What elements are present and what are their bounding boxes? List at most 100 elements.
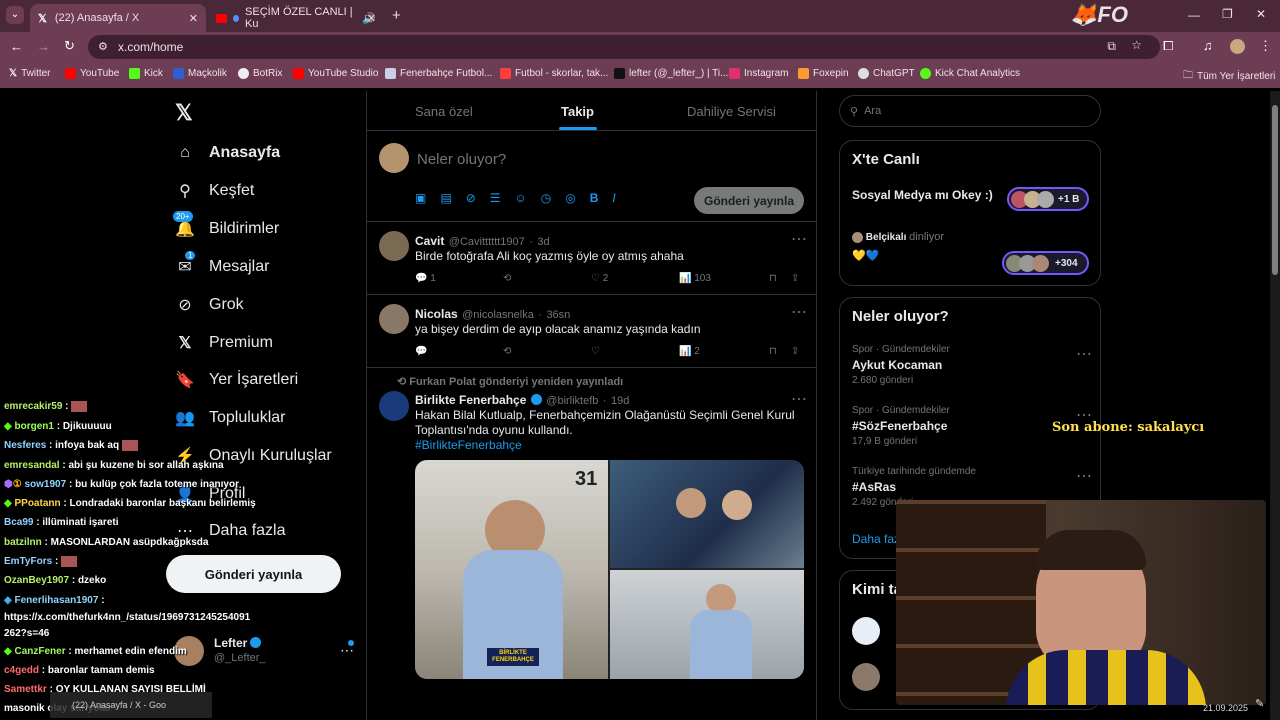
like-button[interactable]: ♡ <box>591 346 679 357</box>
more-icon[interactable]: ⋯ <box>791 302 807 322</box>
trend-item[interactable]: Spor · Gündemdekiler Aykut Kocaman 2.680… <box>852 344 1092 386</box>
x-home-logo[interactable]: 𝕏 <box>175 100 193 126</box>
author-handle[interactable]: @Cavitttttt1907 <box>449 236 525 248</box>
bookmark-twitter[interactable]: 𝕏 Twitter <box>9 68 51 79</box>
more-icon[interactable]: ⋯ <box>791 229 807 249</box>
live-space-listeners[interactable]: +1 B <box>1007 187 1089 211</box>
media-icon[interactable]: ♫ <box>1203 38 1213 53</box>
avatar[interactable] <box>852 617 880 645</box>
taskbar-button[interactable]: (22) Anasayfa / X - Goo <box>50 692 212 718</box>
sidebar-item-home[interactable]: ⌂ Anasayfa <box>175 143 280 163</box>
star-icon[interactable]: ☆ <box>1131 38 1142 52</box>
hashtag-link[interactable]: #BirlikteFenerbahçe <box>415 438 522 452</box>
bookmark-youtube[interactable]: YouTube <box>65 68 119 79</box>
scrollbar[interactable] <box>1270 91 1280 720</box>
new-tab-button[interactable]: + <box>392 7 401 24</box>
poll-icon[interactable]: ☰ <box>490 191 501 205</box>
bookmark-youtube-studio[interactable]: YouTube Studio <box>293 68 378 79</box>
sidebar-item-grok[interactable]: ⊘ Grok <box>175 295 243 315</box>
bookmark-botrix[interactable]: BotRix <box>238 68 282 79</box>
grok-icon[interactable]: ⊘ <box>466 191 476 205</box>
bookmark-icon[interactable]: ⊓ <box>769 346 791 357</box>
back-icon[interactable]: ← <box>10 39 23 54</box>
sidebar-item-premium[interactable]: 𝕏 Premium <box>175 333 273 353</box>
share-icon[interactable]: ⇪ <box>791 346 799 357</box>
emoji-icon[interactable]: ☺ <box>515 191 527 205</box>
tab-search-button[interactable]: ⌄ <box>6 6 24 24</box>
more-icon[interactable]: ⋯ <box>1076 344 1092 364</box>
bookmark-instagram[interactable]: Instagram <box>729 68 788 79</box>
tweet[interactable]: Nicolas @nicolasnelka · 36sn ⋯ ya bişey … <box>367 296 816 368</box>
tab-youtube-live[interactable]: SEÇİM ÖZEL CANLI | Ku 🔊 ✕ <box>208 4 384 32</box>
views-button[interactable]: 📊 2 <box>679 346 769 357</box>
compose-post-button[interactable]: Gönderi yayınla <box>694 187 804 214</box>
bookmark-chatgpt[interactable]: ChatGPT <box>858 68 915 79</box>
live-space-host[interactable]: Belçikalı dinliyor <box>852 231 944 243</box>
author-handle[interactable]: @birliktefb <box>546 395 598 407</box>
avatar[interactable] <box>852 663 880 691</box>
install-app-icon[interactable]: ⧉ <box>1107 39 1116 54</box>
live-space-title[interactable]: Sosyal Medya mı Okey :) <box>852 188 993 202</box>
site-info-icon[interactable]: ⚙ <box>98 40 108 53</box>
maximize-button[interactable]: ❐ <box>1222 7 1233 21</box>
bookmark-foxepin[interactable]: Foxepin <box>798 68 849 79</box>
author-name[interactable]: Nicolas <box>415 307 458 321</box>
browser-menu-icon[interactable]: ⋮ <box>1259 38 1272 54</box>
all-bookmarks-folder[interactable]: 🗀 Tüm Yer İşaretleri <box>1183 68 1275 85</box>
more-icon[interactable]: ⋯ <box>1076 466 1092 486</box>
bookmark-kick-chat-analytics[interactable]: Kick Chat Analytics <box>920 68 1020 79</box>
tweet-media[interactable]: 31 BİRLİKTE FENERBAHÇE <box>415 460 804 679</box>
close-icon[interactable]: ✕ <box>367 12 376 25</box>
tab-x-home[interactable]: 𝕏 (22) Anasayfa / X ✕ <box>30 4 206 32</box>
views-button[interactable]: 📊 103 <box>679 273 769 284</box>
bookmark-futbol-skorlar[interactable]: Futbol - skorlar, tak... <box>500 68 608 79</box>
tab-for-you[interactable]: Sana özel <box>415 104 473 119</box>
profile-avatar[interactable] <box>1230 39 1245 54</box>
like-button[interactable]: ♡ 2 <box>591 273 679 284</box>
tab-following[interactable]: Takip <box>561 104 594 119</box>
extensions-icon[interactable]: ⧠ <box>1163 38 1173 54</box>
photo-2[interactable] <box>610 460 804 568</box>
reply-button[interactable]: 💬 1 <box>415 273 503 284</box>
sidebar-item-bookmarks[interactable]: 🔖 Yer İşaretleri <box>175 370 298 390</box>
minimize-button[interactable]: — <box>1188 8 1200 22</box>
sidebar-item-communities[interactable]: 👥 Topluluklar <box>175 408 285 428</box>
post-button[interactable]: Gönderi yayınla <box>166 555 341 593</box>
close-window-button[interactable]: ✕ <box>1256 7 1266 21</box>
avatar[interactable] <box>379 231 409 261</box>
account-switcher[interactable]: Lefter @_Lefter_ ⋯ <box>174 634 354 670</box>
photo-1[interactable]: 31 BİRLİKTE FENERBAHÇE <box>415 460 608 679</box>
author-name[interactable]: Birlikte Fenerbahçe <box>415 393 526 407</box>
author-handle[interactable]: @nicolasnelka <box>462 309 534 321</box>
bookmark-kick[interactable]: Kick <box>129 68 163 79</box>
bookmark-mackolik[interactable]: Maçkolik <box>173 68 227 79</box>
bold-icon[interactable]: B <box>590 191 599 205</box>
address-bar[interactable]: ⚙ x.com/home ⧉ ☆ <box>88 35 1160 59</box>
tweet[interactable]: Cavit @Cavitttttt1907 · 3d ⋯ Birde fotoğ… <box>367 223 816 295</box>
bookmark-icon[interactable]: ⊓ <box>769 273 791 284</box>
sidebar-item-explore[interactable]: ⚲ Keşfet <box>175 181 254 201</box>
tweet-time[interactable]: 3d <box>537 236 549 248</box>
compose-input[interactable]: Neler oluyor? <box>417 151 506 168</box>
forward-icon[interactable]: → <box>37 39 50 54</box>
location-icon[interactable]: ◎ <box>565 191 575 205</box>
avatar[interactable] <box>379 304 409 334</box>
tweet-time[interactable]: 36sn <box>546 309 570 321</box>
notification-icon[interactable]: ✎ <box>1255 697 1264 710</box>
author-name[interactable]: Cavit <box>415 234 444 248</box>
tab-dahiliye[interactable]: Dahiliye Servisi <box>687 104 776 119</box>
reload-icon[interactable]: ↻ <box>64 38 75 54</box>
search-input[interactable]: ⚲ Ara <box>839 95 1101 127</box>
italic-icon[interactable]: I <box>612 191 615 205</box>
tweet[interactable]: ⟲ Furkan Polat gönderiyi yeniden yayınla… <box>367 369 816 720</box>
schedule-icon[interactable]: ◷ <box>541 191 551 205</box>
live-space-listeners[interactable]: +304 <box>1002 251 1089 275</box>
avatar[interactable] <box>379 391 409 421</box>
gif-icon[interactable]: ▤ <box>440 191 451 205</box>
more-icon[interactable]: ⋯ <box>791 389 807 409</box>
tweet-time[interactable]: 19d <box>611 395 629 407</box>
reply-button[interactable]: 💬 <box>415 346 503 357</box>
image-icon[interactable]: ▣ <box>415 191 426 205</box>
retweet-button[interactable]: ⟲ <box>503 346 591 357</box>
share-icon[interactable]: ⇪ <box>791 273 799 284</box>
